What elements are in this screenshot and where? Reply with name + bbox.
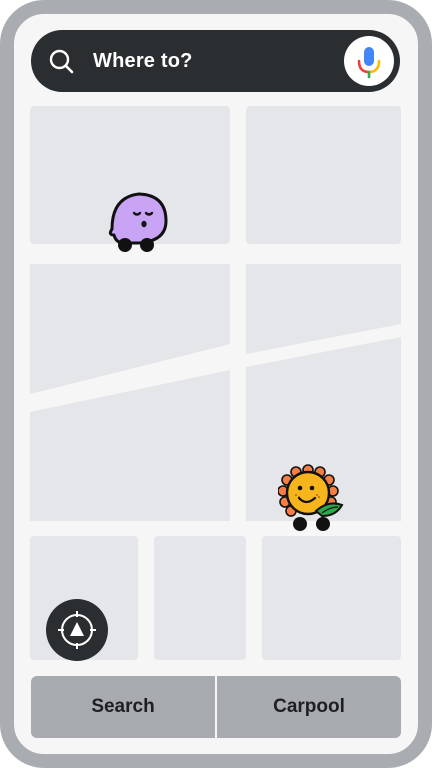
map-block [262,536,401,660]
map-block [246,264,401,354]
search-button[interactable]: Search [31,676,215,738]
microphone-icon [357,47,381,79]
map-block [154,536,246,660]
sunflower-icon [277,464,344,531]
search-input[interactable]: Where to? [93,48,193,74]
sunflower-wazer-avatar[interactable] [277,464,348,534]
map-block [30,264,230,394]
purple-wazer-avatar[interactable] [106,191,170,255]
search-bar[interactable]: Where to? [31,30,400,92]
wazer-ghost-icon [108,192,168,252]
voice-search-button[interactable] [344,36,394,86]
recenter-compass-icon [58,611,96,649]
recenter-button[interactable] [46,599,108,661]
search-icon [49,49,74,74]
phone-frame: Where to? Search Carpool [0,0,432,768]
carpool-button[interactable]: Carpool [217,676,401,738]
bottom-action-bar: Search Carpool [31,676,401,738]
map-block [30,370,230,521]
